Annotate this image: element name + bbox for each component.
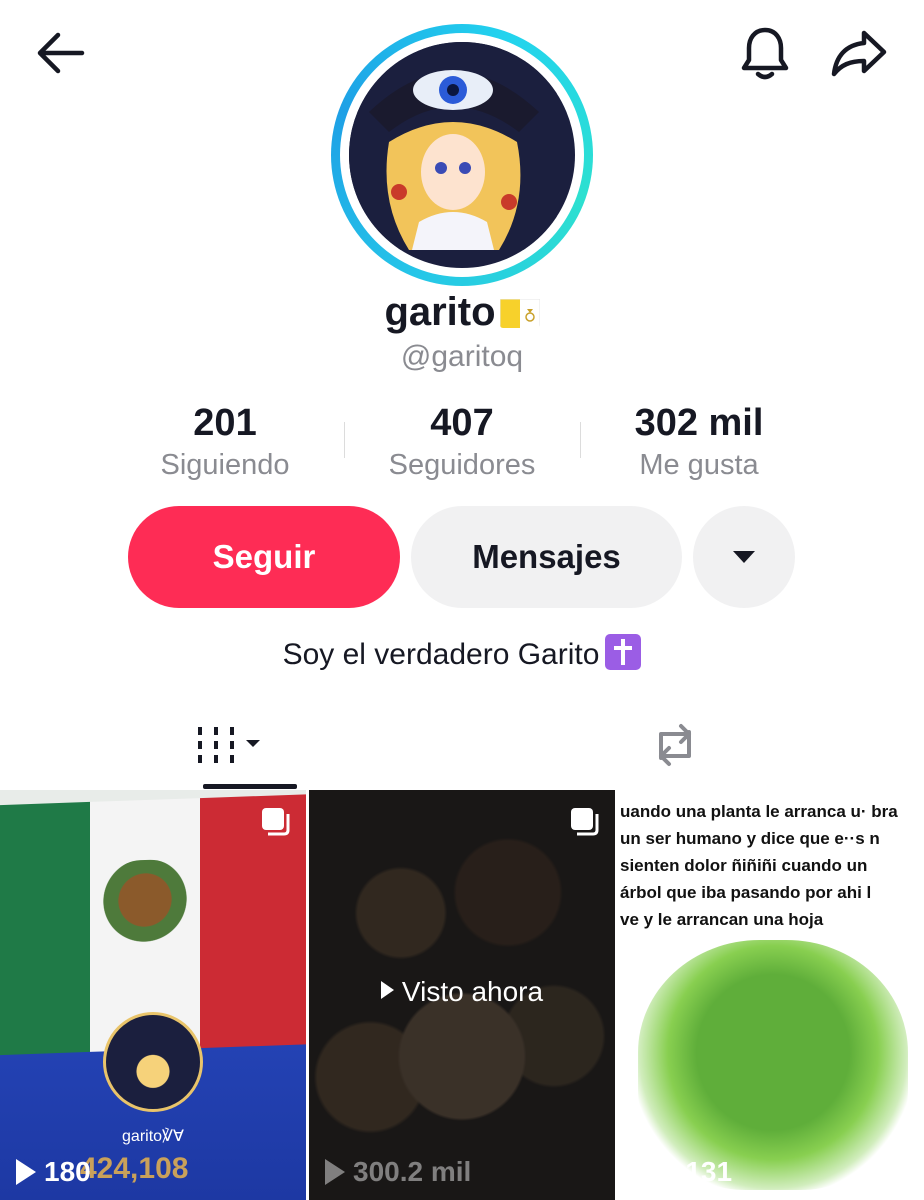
share-button[interactable]: [826, 22, 892, 84]
watched-now-text: Visto ahora: [401, 976, 544, 1007]
score-value: 424,108: [80, 1152, 189, 1185]
view-count-text: 180: [44, 1156, 91, 1187]
profile-tabs: [0, 700, 924, 790]
play-icon: [16, 1159, 36, 1185]
video-thumbnail[interactable]: uando una planta le arranca u· bra un se…: [618, 790, 924, 1200]
display-name-text: garito: [384, 290, 496, 334]
avatar[interactable]: [331, 24, 593, 286]
following-label: Siguiendo: [160, 449, 290, 481]
notifications-button[interactable]: [734, 22, 796, 84]
play-icon: [325, 1159, 345, 1185]
vatican-flag-icon: [499, 296, 540, 328]
tab-videos[interactable]: [150, 700, 310, 790]
caption-line: un ser humano y dice que e··s n: [620, 829, 880, 848]
play-icon: [634, 1159, 654, 1185]
divider: [580, 422, 581, 458]
watched-now-label: Visto ahora: [309, 976, 615, 1008]
stats-row: 201 Siguiendo 407 Seguidores 302 mil Me …: [110, 400, 814, 490]
username-handle: @garitoq: [400, 340, 524, 373]
bell-icon: [741, 27, 789, 80]
more-options-button[interactable]: [693, 506, 795, 608]
video-thumbnail[interactable]: Visto ahora 300.2 mil: [309, 790, 615, 1200]
likes-label: Me gusta: [639, 449, 759, 481]
video-grid: garito℣Ɐ 424,108 180 Visto ahora 300.2 m…: [0, 790, 924, 1200]
play-icon: [380, 981, 394, 999]
caption-line: árbol que iba pasando por ahi l: [620, 883, 872, 902]
avatar: [103, 1012, 203, 1112]
view-count: 180: [16, 1156, 91, 1188]
view-count-text: 9,131: [662, 1156, 733, 1187]
view-count-text: 300.2 mil: [353, 1156, 472, 1187]
grid-videos-icon: [198, 727, 260, 763]
following-count: 201: [193, 402, 257, 444]
video-thumbnail[interactable]: garito℣Ɐ 424,108 180: [0, 790, 306, 1200]
followers-label: Seguidores: [388, 449, 536, 481]
caption-line: sienten dolor ñiñiñi cuando un: [620, 856, 868, 875]
message-button[interactable]: Mensajes: [411, 506, 682, 608]
bio-text: Soy el verdadero Garito: [282, 638, 600, 671]
view-count: 300.2 mil: [325, 1156, 471, 1188]
active-tab-indicator: [203, 784, 297, 789]
back-button[interactable]: [30, 25, 90, 81]
stat-following[interactable]: 201 Siguiendo: [110, 400, 340, 484]
tab-reposts[interactable]: [595, 700, 755, 790]
caption-line: ve y le arrancan una hoja: [620, 910, 824, 929]
thumbnail-image: [638, 940, 908, 1190]
multi-photo-icon: [262, 808, 290, 836]
arrow-left-icon: [37, 32, 85, 74]
latin-cross-icon: [605, 634, 642, 670]
likes-count: 302 mil: [634, 402, 764, 444]
multi-photo-icon: [571, 808, 599, 836]
follow-button[interactable]: Seguir: [128, 506, 400, 608]
display-name: garito: [0, 290, 924, 335]
followers-count: 407: [430, 402, 494, 444]
caption-text: uando una planta le arranca u· bra un se…: [620, 798, 922, 933]
view-count: 9,131: [634, 1156, 732, 1188]
stat-likes[interactable]: 302 mil Me gusta: [584, 400, 814, 484]
avatar-image: [349, 42, 575, 268]
repost-icon: [659, 724, 691, 766]
bio: Soy el verdadero Garito: [0, 634, 924, 672]
divider: [344, 422, 345, 458]
caret-down-icon: [733, 551, 755, 563]
caption-line: uando una planta le arranca u· bra: [620, 802, 898, 821]
share-arrow-icon: [831, 30, 887, 77]
channel-name: garito℣Ɐ: [122, 1128, 184, 1145]
stat-followers[interactable]: 407 Seguidores: [347, 400, 577, 484]
